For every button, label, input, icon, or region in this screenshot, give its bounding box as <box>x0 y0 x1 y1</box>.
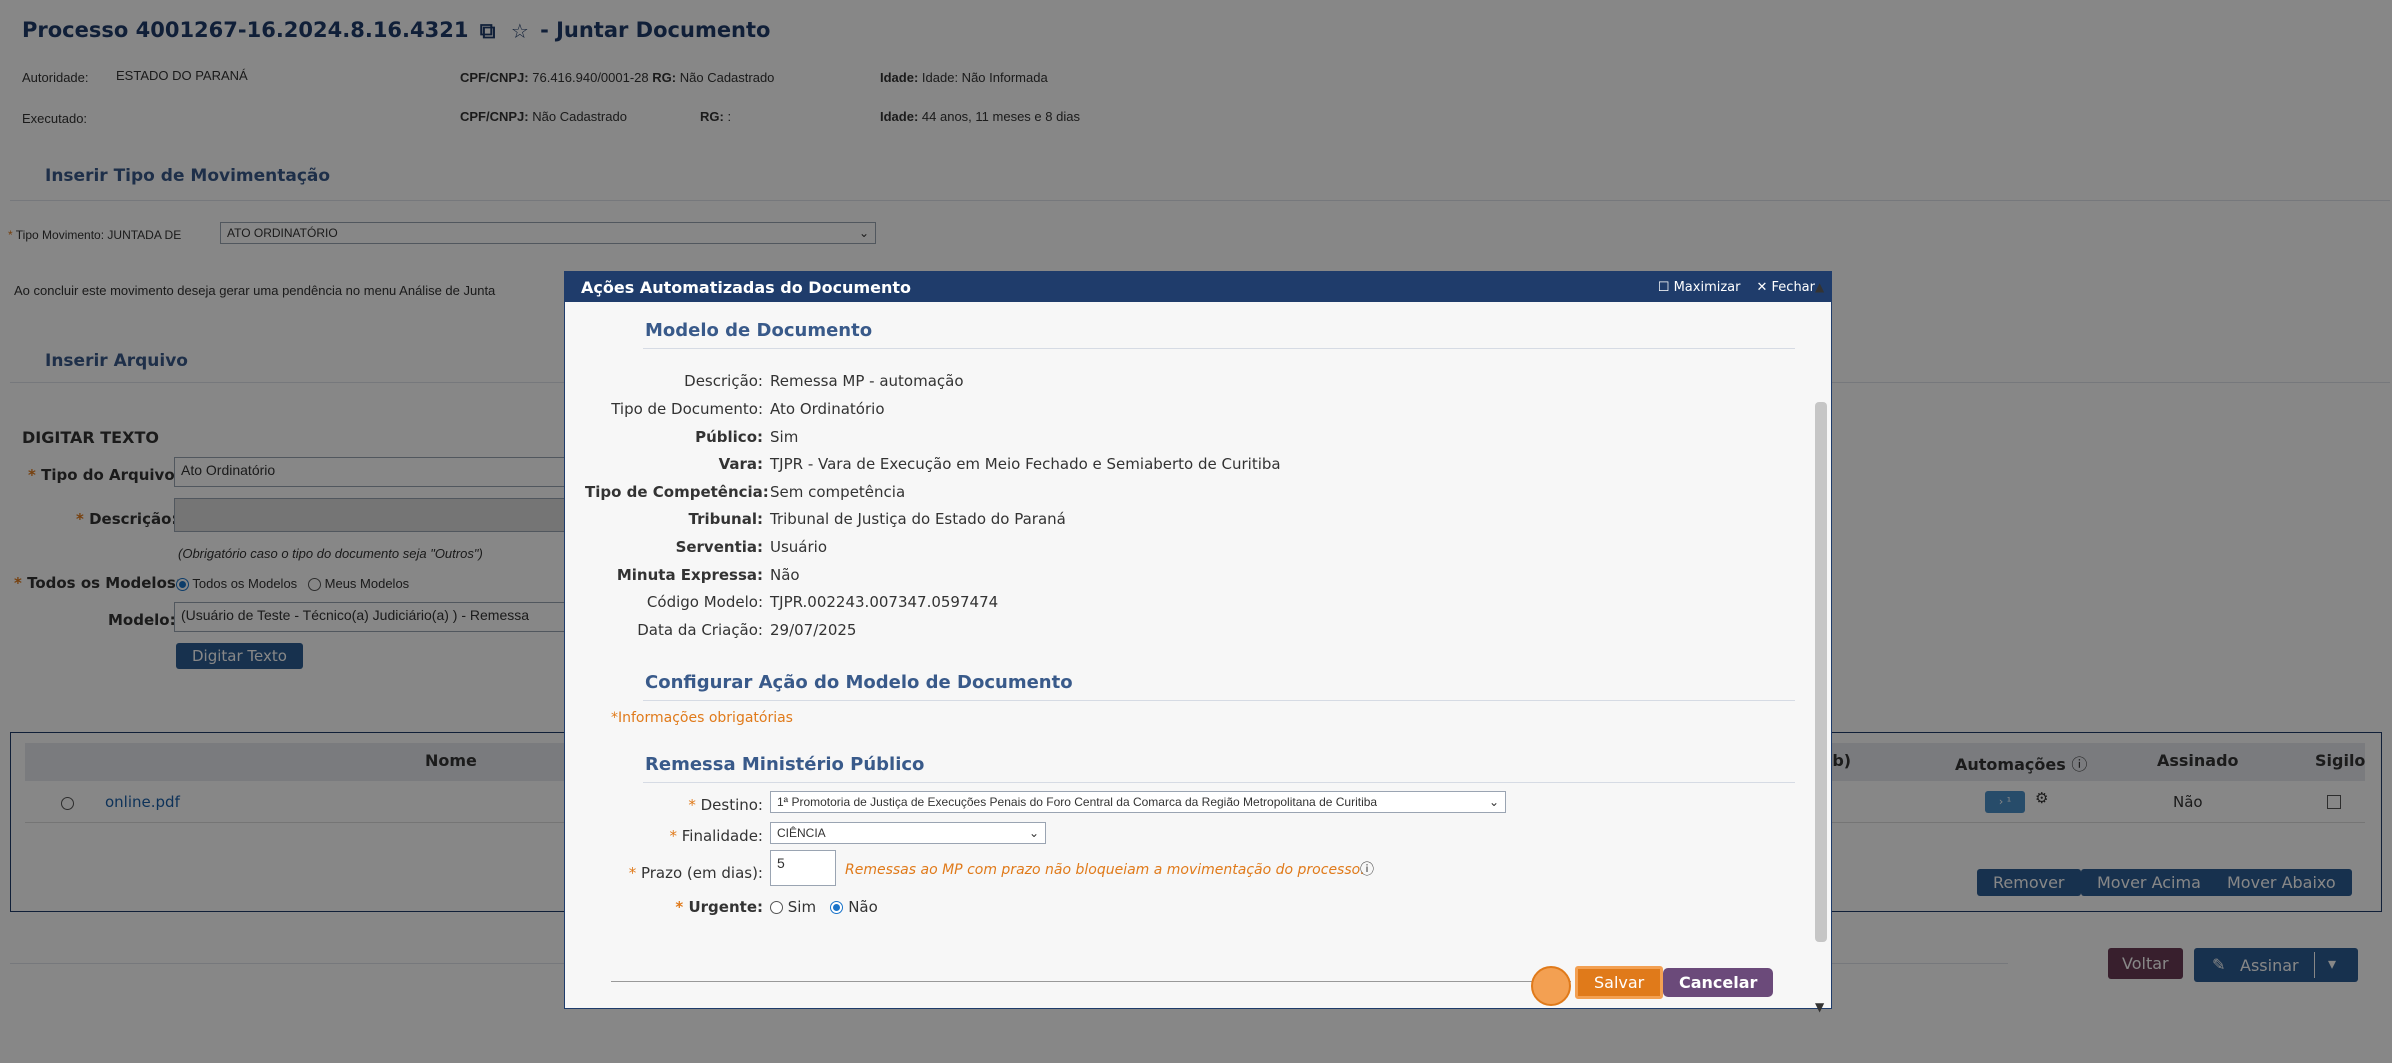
field-label: Serventia: <box>675 538 763 556</box>
pointer-icon <box>1531 966 1571 1006</box>
urgente-nao-radio[interactable] <box>830 901 844 914</box>
section-modelo-documento: Modelo de Documento <box>645 320 873 341</box>
field-value: Sem competência <box>770 483 906 501</box>
urgente-label: * Urgente: <box>675 898 763 916</box>
field-label: Data da Criação: <box>637 621 763 639</box>
fechar-button[interactable]: ✕ Fechar <box>1756 280 1815 295</box>
urgente-radio-group: Sim Não <box>770 898 878 916</box>
field-label: Código Modelo: <box>646 593 763 611</box>
modal-scrollbar[interactable]: ▲ ▼ <box>1815 280 1827 1014</box>
chevron-down-icon: ⌄ <box>1028 826 1039 840</box>
close-icon: ✕ <box>1756 279 1768 295</box>
prazo-note: Remessas ao MP com prazo não bloqueiam a… <box>845 862 1365 878</box>
field-label: Minuta Expressa: <box>616 566 763 584</box>
info-icon[interactable]: ⓘ <box>1360 859 1374 879</box>
divider <box>611 981 1571 982</box>
field-value: TJPR - Vara de Execução em Meio Fechado … <box>770 455 1281 473</box>
divider <box>643 348 1795 349</box>
prazo-input[interactable]: 5 <box>770 850 836 886</box>
obrigatorias-note: *Informações obrigatórias <box>611 710 793 726</box>
field-value: Tribunal de Justiça do Estado do Paraná <box>770 510 1066 528</box>
field-value: Não <box>770 566 800 584</box>
modal-title: Ações Automatizadas do Documento <box>581 277 911 297</box>
field-value: Usuário <box>770 538 828 556</box>
field-label: Tribunal: <box>688 510 763 528</box>
field-label: Público: <box>695 428 763 446</box>
divider <box>643 700 1795 701</box>
section-remessa: Remessa Ministério Público <box>645 754 925 775</box>
field-value: TJPR.002243.007347.0597474 <box>770 593 999 611</box>
salvar-button[interactable]: Salvar <box>1575 966 1664 999</box>
field-value: Remessa MP - automação <box>770 372 964 390</box>
scroll-down-icon[interactable]: ▼ <box>1815 1000 1824 1014</box>
field-value: Sim <box>770 428 799 446</box>
field-label: Tipo de Documento: <box>611 400 763 418</box>
finalidade-select[interactable]: CIÊNCIA ⌄ <box>770 822 1046 844</box>
maximizar-button[interactable]: ☐ Maximizar <box>1658 280 1741 295</box>
modal-header: Ações Automatizadas do Documento ☐ Maxim… <box>565 272 1831 302</box>
finalidade-label: * Finalidade: <box>669 827 763 845</box>
scroll-thumb[interactable] <box>1815 402 1827 942</box>
acoes-modal: Ações Automatizadas do Documento ☐ Maxim… <box>564 271 1832 1014</box>
field-label: Descrição: <box>684 372 763 390</box>
destino-select[interactable]: 1ª Promotoria de Justiça de Execuções Pe… <box>770 791 1506 813</box>
maximize-icon: ☐ <box>1657 279 1670 295</box>
destino-label: * Destino: <box>688 796 763 814</box>
field-label: Tipo de Competência: <box>585 483 769 501</box>
field-value: Ato Ordinatório <box>770 400 885 418</box>
chevron-down-icon: ⌄ <box>1488 795 1499 809</box>
urgente-sim-radio[interactable] <box>770 901 783 914</box>
prazo-label: * Prazo (em dias): <box>628 864 763 882</box>
divider <box>643 782 1795 783</box>
field-value: 29/07/2025 <box>770 621 857 639</box>
cancelar-button[interactable]: Cancelar <box>1663 968 1774 997</box>
field-label: Vara: <box>718 455 763 473</box>
section-configurar: Configurar Ação do Modelo de Documento <box>645 672 1073 693</box>
page: Processo 4001267-16.2024.8.16.4321 ⧉ ☆ -… <box>0 0 2392 1063</box>
scroll-up-icon[interactable]: ▲ <box>1815 280 1824 294</box>
